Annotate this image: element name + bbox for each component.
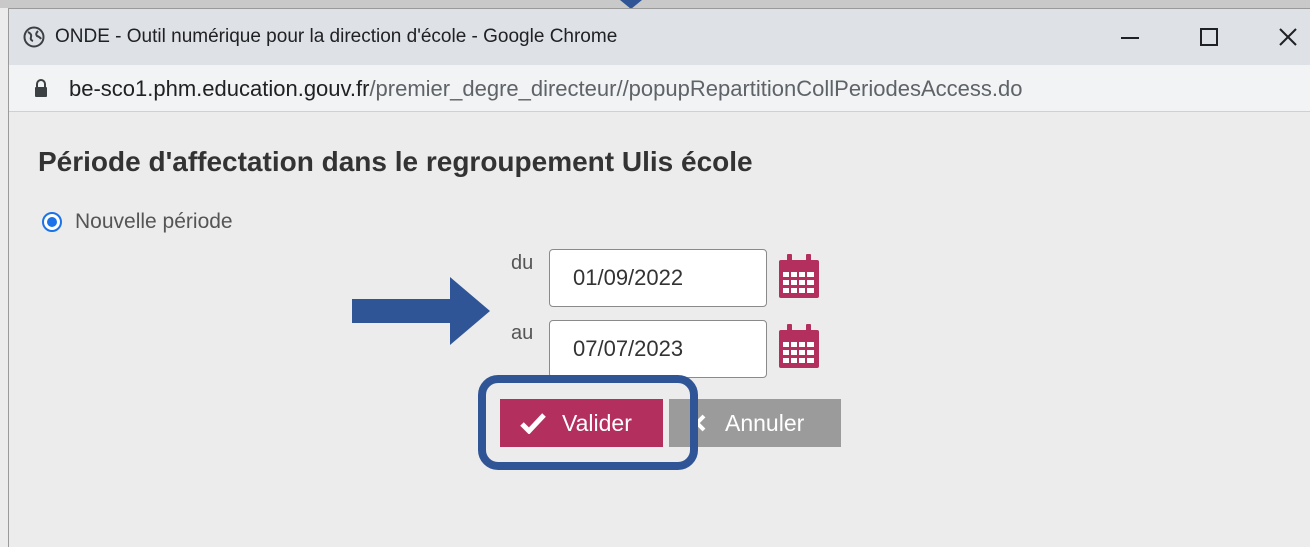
background-strip [0, 0, 1310, 8]
nouvelle-periode-label: Nouvelle période [75, 210, 233, 233]
address-bar[interactable]: be-sco1.phm.education.gouv.fr/premier_de… [9, 65, 1310, 112]
lock-icon [35, 79, 47, 97]
url-path: /premier_degre_directeur//popupRepartiti… [369, 76, 1023, 101]
url-domain: be-sco1.phm.education.gouv.fr [69, 76, 370, 101]
window-title: ONDE - Outil numérique pour la direction… [55, 26, 618, 47]
to-date-input[interactable] [549, 320, 767, 378]
to-date-label: au [511, 322, 534, 344]
maximize-icon[interactable] [1186, 19, 1232, 55]
page-title: Période d'affectation dans le regroupeme… [38, 146, 753, 177]
calendar-icon[interactable] [777, 252, 821, 300]
chrome-globe-icon [23, 26, 45, 48]
title-bar: ONDE - Outil numérique pour la direction… [9, 9, 1310, 65]
chrome-popup-window: ONDE - Outil numérique pour la direction… [8, 8, 1310, 547]
highlight-box-annotation [478, 375, 698, 470]
minimize-icon[interactable] [1107, 19, 1153, 55]
from-date-label: du [511, 252, 534, 274]
from-date-input[interactable] [549, 249, 767, 307]
calendar-icon[interactable] [777, 322, 821, 370]
annuler-label: Annuler [725, 409, 805, 436]
nouvelle-periode-radio[interactable] [42, 212, 62, 232]
close-icon[interactable] [1265, 19, 1310, 55]
url-text[interactable]: be-sco1.phm.education.gouv.fr/premier_de… [69, 76, 1022, 102]
popup-content: Période d'affectation dans le regroupeme… [9, 112, 1310, 547]
arrow-right-annotation [352, 277, 490, 345]
